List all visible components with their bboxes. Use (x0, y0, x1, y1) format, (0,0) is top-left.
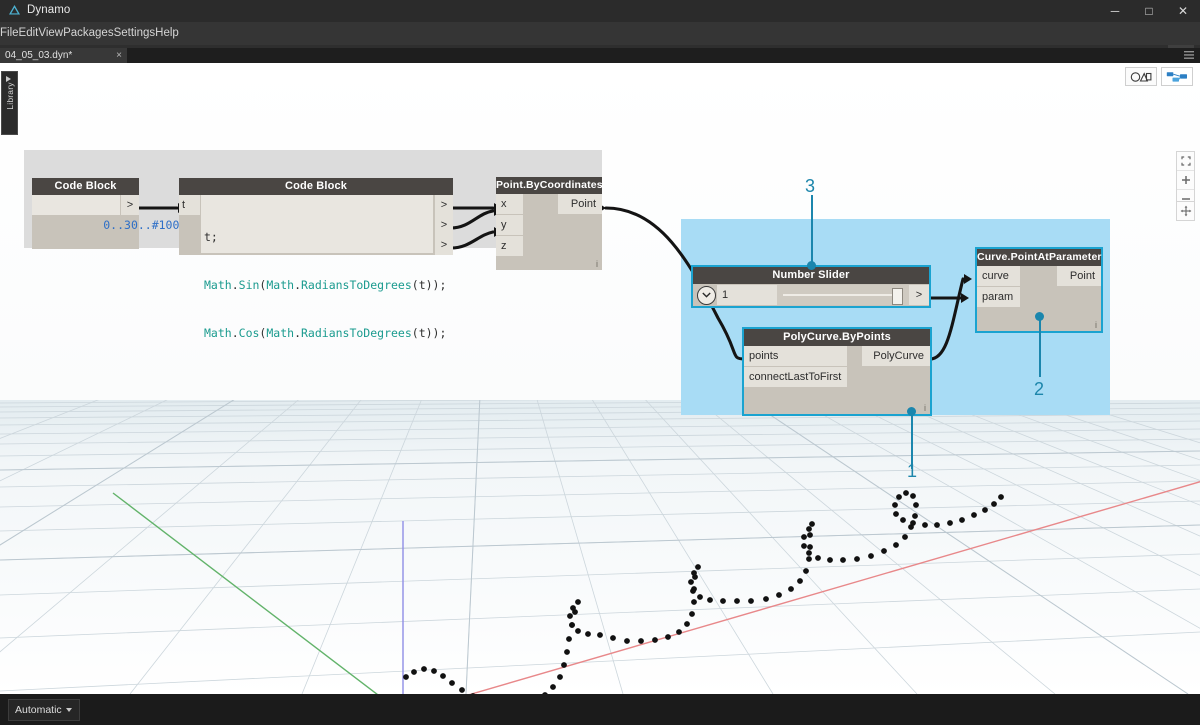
output-port-0[interactable]: > (435, 195, 453, 215)
input-port-curve[interactable]: curve (977, 266, 1020, 286)
node-number-slider[interactable]: Number Slider 1 > (693, 267, 929, 306)
callout-3-label: 3 (805, 176, 815, 197)
node-info-marker: i (924, 403, 926, 413)
tab-label: 04_05_03.dyn* (5, 50, 72, 61)
node-title: Point.ByCoordinates (496, 177, 602, 194)
tab-strip (0, 48, 1200, 63)
input-port-connectlasttofirst[interactable]: connectLastToFirst (744, 367, 847, 387)
callout-3-dot (807, 261, 816, 270)
dynamo-application-window: Dynamo ─ □ ✕ File Edit View Packages Set… (0, 0, 1200, 725)
code-line-1: Math.Sin(Math.RadiansToDegrees(t)); (204, 277, 430, 293)
input-port-param[interactable]: param (977, 287, 1020, 307)
input-port-x[interactable]: x (496, 194, 523, 214)
viewport-toggle-group (1125, 67, 1193, 86)
node-info-marker: i (596, 259, 598, 269)
callout-2-label: 2 (1034, 379, 1044, 400)
node-point-by-coordinates[interactable]: Point.ByCoordinates x y z Point i (496, 177, 602, 270)
menu-item-help[interactable]: Help (155, 22, 179, 45)
minimize-button[interactable]: ─ (1098, 0, 1132, 22)
window-title: Dynamo (27, 4, 70, 16)
graph-view-toggle[interactable] (1161, 67, 1193, 86)
node-title: Code Block (179, 178, 453, 195)
close-button[interactable]: ✕ (1166, 0, 1200, 22)
library-panel-tab[interactable]: Library (1, 71, 18, 135)
code-block-editor[interactable]: t; Math.Sin(Math.RadiansToDegrees(t)); M… (201, 195, 433, 253)
node-code-block-1[interactable]: Code Block 0..30..#100; > (32, 178, 139, 249)
workspace-canvas[interactable]: Library (0, 63, 1200, 694)
pan-orbit-button[interactable] (1176, 201, 1195, 221)
slider-value-field[interactable]: 1 (717, 285, 777, 305)
tab-graph-file[interactable]: 04_05_03.dyn* × (0, 48, 127, 63)
slider-rail (783, 294, 897, 296)
code-line-2: Math.Cos(Math.RadiansToDegrees(t)); (204, 325, 430, 341)
output-port-value[interactable]: > (909, 285, 929, 305)
maximize-button[interactable]: □ (1132, 0, 1166, 22)
output-port-point[interactable]: Point (558, 194, 602, 214)
node-code-block-2[interactable]: Code Block t t; Math.Sin(Math.RadiansToD… (179, 178, 453, 255)
output-port-0[interactable]: > (121, 195, 139, 215)
code-block-editor[interactable]: 0..30..#100; (32, 195, 120, 215)
input-port-y[interactable]: y (496, 215, 523, 235)
run-mode-label: Automatic (15, 704, 62, 716)
tab-bar: 04_05_03.dyn* × (0, 48, 1200, 63)
status-bar: Automatic (0, 694, 1200, 725)
callout-2-line (1039, 317, 1041, 377)
chevron-down-icon (66, 708, 72, 712)
node-title: Curve.PointAtParameter (977, 249, 1101, 266)
dynamo-logo-icon (8, 4, 21, 17)
code-text: 0..30..#100; (103, 218, 186, 232)
callout-1-label: 1 (907, 461, 917, 482)
input-port-points[interactable]: points (744, 346, 847, 366)
slider-track[interactable] (777, 285, 909, 305)
chevron-down-icon[interactable] (695, 285, 717, 305)
node-title: PolyCurve.ByPoints (744, 329, 930, 346)
zoom-to-fit-button[interactable] (1177, 152, 1194, 170)
output-port-2[interactable]: > (435, 235, 453, 255)
input-port-z[interactable]: z (496, 236, 523, 256)
menu-item-file[interactable]: File (0, 22, 19, 45)
title-bar: Dynamo ─ □ ✕ (0, 0, 1200, 22)
output-port-point[interactable]: Point (1057, 266, 1101, 286)
output-port-polycurve[interactable]: PolyCurve (862, 346, 930, 366)
menu-bar: File Edit View Packages Settings Help (0, 22, 1200, 45)
node-info-marker: i (1095, 320, 1097, 330)
callout-2-dot (1035, 312, 1044, 321)
node-polycurve-by-points[interactable]: PolyCurve.ByPoints points connectLastToF… (744, 329, 930, 414)
run-mode-dropdown[interactable]: Automatic (8, 699, 80, 721)
callout-3-line (811, 195, 813, 265)
library-label: Library (5, 76, 15, 116)
menu-item-edit[interactable]: Edit (19, 22, 39, 45)
window-controls: ─ □ ✕ (1098, 0, 1200, 22)
callout-1-dot (907, 407, 916, 416)
output-port-1[interactable]: > (435, 215, 453, 235)
input-port-t[interactable]: t (179, 195, 200, 215)
node-title: Code Block (32, 178, 139, 195)
geometry-view-toggle[interactable] (1125, 67, 1157, 86)
slider-knob[interactable] (892, 288, 903, 305)
overflow-menu-icon[interactable] (1183, 50, 1195, 60)
menu-item-settings[interactable]: Settings (114, 22, 156, 45)
zoom-in-button[interactable] (1177, 170, 1194, 189)
code-line-0: t; (204, 229, 430, 245)
tab-close-icon[interactable]: × (116, 49, 122, 62)
menu-item-view[interactable]: View (38, 22, 63, 45)
menu-item-packages[interactable]: Packages (63, 22, 114, 45)
